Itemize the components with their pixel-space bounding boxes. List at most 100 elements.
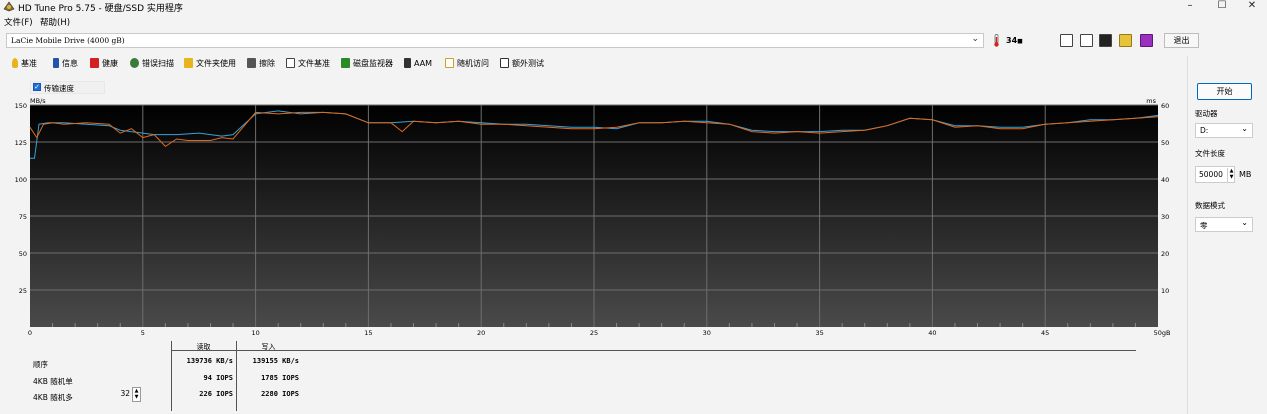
x-tick-label: 40 (928, 329, 936, 337)
drive-select[interactable]: LaCie Mobile Drive (4000 gB) ⌄ (6, 33, 984, 48)
temperature-value: 34◼ (1006, 36, 1023, 45)
data-pattern-select[interactable]: 零 ⌄ (1195, 217, 1253, 232)
chevron-down-icon: ⌄ (1241, 218, 1248, 227)
row-label-4kb-multi: 4KB 随机多 (33, 393, 73, 402)
drive-bar: LaCie Mobile Drive (4000 gB) ⌄ 34◼ 退出 (0, 31, 1267, 51)
window-title: HD Tune Pro 5.75 - 硬盘/SSD 实用程序 (18, 4, 183, 14)
transfer-chart: 150 125 100 75 50 25 60 50 40 30 20 10 0 5 10 15 20 25 30 3… (0, 95, 1185, 342)
thermometer-icon (994, 34, 999, 47)
tab-benchmark[interactable]: 基准 (12, 57, 37, 70)
y-tick-label: 125 (15, 139, 27, 147)
tab-aam[interactable]: AAM (404, 57, 432, 70)
folder-icon (184, 58, 193, 68)
y2-tick-label: 50 (1161, 139, 1169, 147)
tab-bar: 基准 信息 健康 错误扫描 文件夹使用 擦除 文件基准 磁盘监视器 AAM 随机… (0, 56, 1267, 71)
x-tick-label: 35 (815, 329, 823, 337)
random-access-icon (445, 58, 454, 68)
y-tick-label: 100 (15, 176, 27, 184)
tab-folder-usage[interactable]: 文件夹使用 (184, 57, 236, 70)
info-icon (53, 58, 59, 68)
drive-select-value: LaCie Mobile Drive (4000 gB) (11, 36, 125, 45)
tab-random-access[interactable]: 随机访问 (445, 57, 489, 70)
transfer-rate-label: 传输速度 (44, 84, 74, 93)
sequential-write-value: 139155 KB/s (252, 357, 299, 365)
options-icon[interactable] (1119, 34, 1132, 47)
close-button[interactable]: ✕ (1237, 0, 1267, 12)
y-tick-label: 50 (19, 250, 27, 258)
menu-file[interactable]: 文件(F) (4, 16, 33, 28)
tab-file-benchmark[interactable]: 文件基准 (286, 57, 330, 70)
tab-health[interactable]: 健康 (90, 57, 118, 70)
data-pattern-label: 数据模式 (1195, 201, 1225, 210)
disk-monitor-icon (341, 58, 350, 68)
y2-tick-label: 60 (1161, 102, 1169, 110)
4kb-multi-write-value: 2280 IOPS (261, 390, 299, 398)
x-tick-label: 25 (590, 329, 598, 337)
start-button[interactable]: 开始 (1197, 83, 1252, 100)
stepper-arrows-icon[interactable]: ▲ ▼ (132, 387, 141, 402)
x-tick-label: 50gB (1154, 329, 1171, 337)
x-tick-label: 45 (1041, 329, 1049, 337)
bulb-icon (12, 58, 18, 68)
title-bar: HD Tune Pro 5.75 - 硬盘/SSD 实用程序 – ☐ ✕ (0, 0, 1267, 14)
x-tick-label: 15 (364, 329, 372, 337)
menu-help[interactable]: 帮助(H) (40, 16, 70, 28)
app-icon (3, 1, 15, 12)
tab-erase[interactable]: 擦除 (247, 57, 275, 70)
chevron-down-icon: ⌄ (1241, 124, 1248, 133)
y2-axis-label: ms (1146, 97, 1156, 105)
y2-tick-label: 30 (1161, 213, 1169, 221)
x-tick-label: 0 (28, 329, 32, 337)
extra-tests-icon (500, 58, 509, 68)
drive-letter-value: D: (1200, 126, 1209, 135)
tab-extra-tests[interactable]: 额外测试 (500, 57, 544, 70)
chevron-down-icon: ⌄ (971, 34, 979, 44)
exit-button[interactable]: 退出 (1164, 33, 1199, 48)
4kb-single-read-value: 94 IOPS (203, 374, 233, 382)
health-cross-icon (90, 58, 99, 68)
data-pattern-value: 零 (1200, 221, 1208, 230)
x-tick-label: 20 (477, 329, 485, 337)
drive-letter-select[interactable]: D: ⌄ (1195, 123, 1253, 138)
queue-depth-value: 32 (120, 389, 130, 398)
y2-tick-label: 20 (1161, 250, 1169, 258)
4kb-multi-read-value: 226 IOPS (199, 390, 233, 398)
x-tick-label: 30 (703, 329, 711, 337)
y-tick-label: 150 (15, 102, 27, 110)
table-header-line (171, 350, 1136, 351)
screenshot-icon[interactable] (1099, 34, 1112, 47)
menu-bar: 文件(F) 帮助(H) (0, 15, 1267, 28)
y-tick-label: 75 (19, 213, 27, 221)
row-label-sequential: 顺序 (33, 360, 48, 369)
minimize-button[interactable]: – (1175, 0, 1205, 12)
checkbox-check-icon: ✓ (33, 83, 41, 91)
x-tick-label: 5 (141, 329, 145, 337)
magnifier-icon (130, 58, 139, 68)
file-size-unit: MB (1239, 170, 1252, 179)
tab-error-scan[interactable]: 错误扫描 (130, 57, 174, 70)
speaker-icon (404, 58, 411, 68)
drive-label: 驱动器 (1195, 109, 1218, 118)
y2-tick-label: 10 (1161, 287, 1169, 295)
y-tick-label: 25 (19, 287, 27, 295)
row-label-4kb-single: 4KB 随机单 (33, 377, 73, 386)
read-header: 读取 (196, 343, 211, 351)
tab-info[interactable]: 信息 (53, 57, 78, 70)
file-size-stepper-icon[interactable]: ▲ ▼ (1227, 168, 1235, 182)
download-icon[interactable] (1140, 34, 1153, 47)
maximize-button[interactable]: ☐ (1207, 0, 1237, 12)
write-header: 写入 (261, 343, 276, 351)
transfer-chart-svg: 1501251007550256050403020100 5 10 15 20 25 30 3… (15, 97, 1171, 337)
copy-text-icon[interactable] (1080, 34, 1093, 47)
side-panel: 开始 驱动器 D: ⌄ 文件长度 50000 ▲ ▼ MB 数据模式 零 ⌄ (1187, 56, 1267, 414)
trash-icon (247, 58, 256, 68)
sequential-read-value: 139736 KB/s (186, 357, 233, 365)
tab-disk-monitor[interactable]: 磁盘监视器 (341, 57, 393, 70)
4kb-single-write-value: 1785 IOPS (261, 374, 299, 382)
y-axis-label: MB/s (30, 97, 46, 105)
copy-info-icon[interactable] (1060, 34, 1073, 47)
y2-tick-label: 40 (1161, 176, 1169, 184)
file-size-label: 文件长度 (1195, 149, 1225, 158)
x-tick-label: 10 (251, 329, 259, 337)
results-table: 读取 写入 顺序 139736 KB/s 139155 KB/s 4KB 随机单… (0, 339, 1185, 414)
